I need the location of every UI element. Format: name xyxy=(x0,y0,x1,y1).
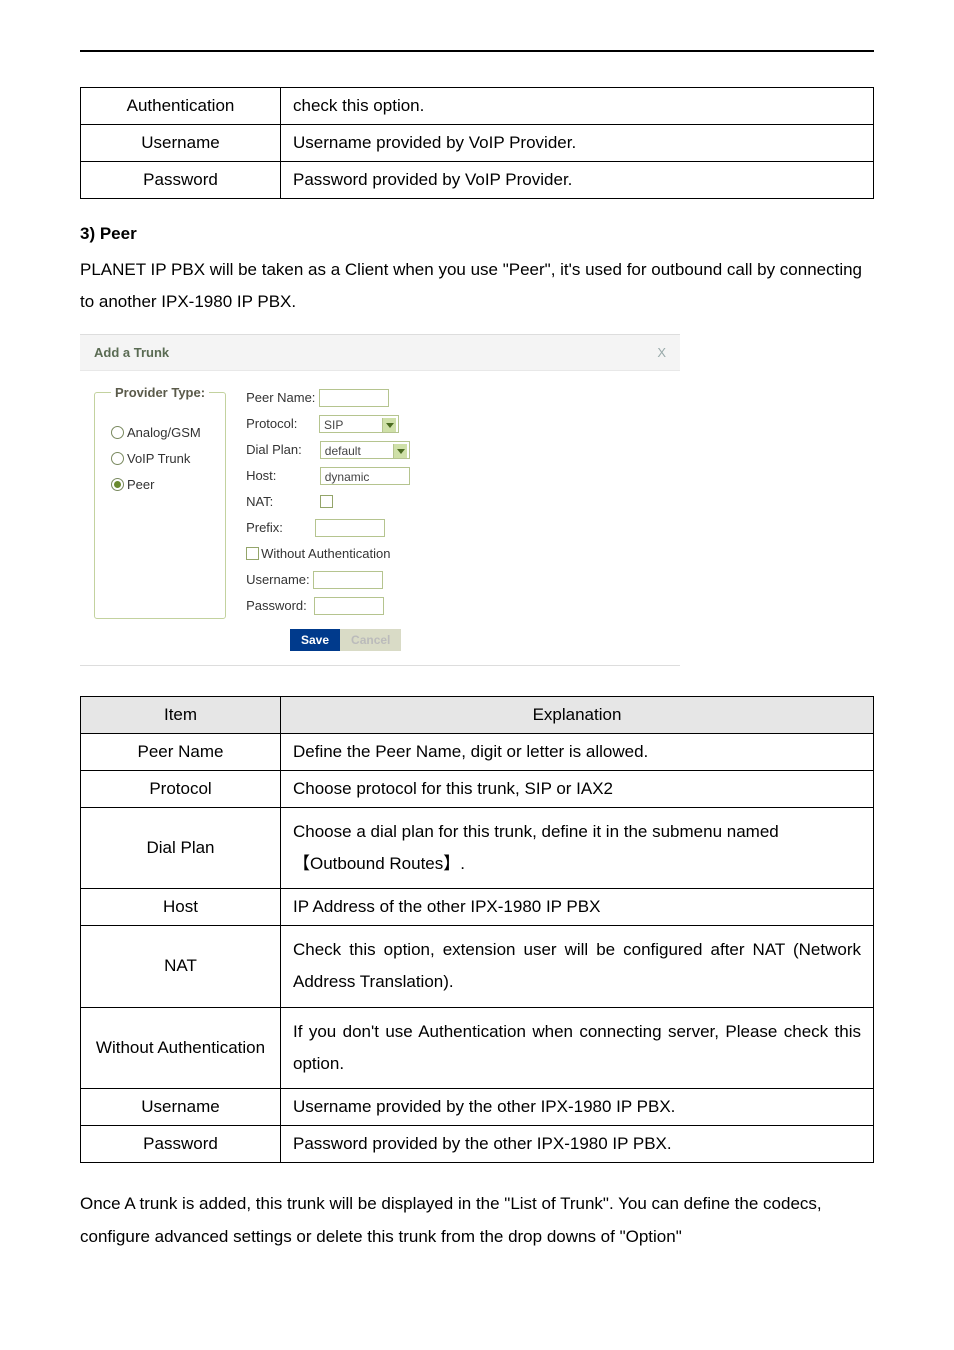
cell-label: Host xyxy=(81,889,281,926)
table-row: Username Username provided by VoIP Provi… xyxy=(81,125,874,162)
cell-desc: If you don't use Authentication when con… xyxy=(281,1007,874,1089)
section-paragraph: PLANET IP PBX will be taken as a Client … xyxy=(80,254,874,319)
cell-desc: Username provided by the other IPX-1980 … xyxy=(281,1089,874,1126)
header-item: Item xyxy=(81,696,281,733)
table-row: Password Password provided by VoIP Provi… xyxy=(81,162,874,199)
table-row: Password Password provided by the other … xyxy=(81,1126,874,1163)
radio-analog-gsm[interactable]: Analog/GSM xyxy=(111,420,209,446)
dial-plan-value: default xyxy=(325,444,361,458)
cell-label: Password xyxy=(81,1126,281,1163)
radio-icon xyxy=(111,426,124,439)
cancel-button[interactable]: Cancel xyxy=(340,629,401,651)
username-input[interactable] xyxy=(313,571,383,589)
peer-name-label: Peer Name: xyxy=(246,385,315,411)
protocol-select[interactable]: SIP xyxy=(319,415,399,433)
close-icon[interactable]: X xyxy=(657,345,666,360)
provider-type-fieldset: Provider Type: Analog/GSM VoIP Trunk Pee… xyxy=(94,385,226,619)
trunk-form: Peer Name: Protocol: SIP Dial Plan: defa… xyxy=(246,385,410,619)
cell-label: Peer Name xyxy=(81,733,281,770)
password-label: Password: xyxy=(246,593,307,619)
radio-icon xyxy=(111,478,124,491)
prefix-input[interactable] xyxy=(315,519,385,537)
table-row: Authentication check this option. xyxy=(81,88,874,125)
cell-label: Username xyxy=(81,125,281,162)
cell-desc: Check this option, extension user will b… xyxy=(281,926,874,1008)
peer-name-input[interactable] xyxy=(319,389,389,407)
table-row: Username Username provided by the other … xyxy=(81,1089,874,1126)
cell-desc: Choose protocol for this trunk, SIP or I… xyxy=(281,770,874,807)
dial-plan-select[interactable]: default xyxy=(320,441,410,459)
cell-desc: Choose a dial plan for this trunk, defin… xyxy=(281,807,874,889)
cell-desc: Password provided by VoIP Provider. xyxy=(281,162,874,199)
dialog-header: Add a Trunk X xyxy=(80,335,680,371)
nat-label: NAT: xyxy=(246,489,273,515)
without-auth-row[interactable]: Without Authentication xyxy=(246,541,410,567)
radio-label: Analog/GSM xyxy=(127,425,201,440)
cell-label: Authentication xyxy=(81,88,281,125)
without-auth-label: Without Authentication xyxy=(261,546,390,561)
radio-label: Peer xyxy=(127,477,154,492)
cell-desc: Password provided by the other IPX-1980 … xyxy=(281,1126,874,1163)
radio-peer[interactable]: Peer xyxy=(111,472,209,498)
cell-label: Without Authentication xyxy=(81,1007,281,1089)
without-auth-checkbox[interactable] xyxy=(246,547,259,560)
cell-desc: IP Address of the other IPX-1980 IP PBX xyxy=(281,889,874,926)
section-heading: 3) Peer xyxy=(80,224,874,244)
cell-desc: Username provided by VoIP Provider. xyxy=(281,125,874,162)
nat-checkbox[interactable] xyxy=(320,495,333,508)
cell-label: Username xyxy=(81,1089,281,1126)
table-row: NAT Check this option, extension user wi… xyxy=(81,926,874,1008)
host-input[interactable]: dynamic xyxy=(320,467,410,485)
dial-plan-label: Dial Plan: xyxy=(246,437,302,463)
auth-table: Authentication check this option. Userna… xyxy=(80,87,874,199)
cell-label: Password xyxy=(81,162,281,199)
cell-label: Protocol xyxy=(81,770,281,807)
protocol-value: SIP xyxy=(324,418,343,432)
cell-label: Dial Plan xyxy=(81,807,281,889)
table-row: Protocol Choose protocol for this trunk,… xyxy=(81,770,874,807)
table-row: Dial Plan Choose a dial plan for this tr… xyxy=(81,807,874,889)
radio-icon xyxy=(111,452,124,465)
prefix-label: Prefix: xyxy=(246,515,283,541)
host-label: Host: xyxy=(246,463,276,489)
host-value: dynamic xyxy=(325,470,370,484)
chevron-down-icon xyxy=(382,418,396,432)
add-trunk-dialog: Add a Trunk X Provider Type: Analog/GSM … xyxy=(80,334,680,666)
save-button[interactable]: Save xyxy=(290,629,340,651)
cell-desc: Define the Peer Name, digit or letter is… xyxy=(281,733,874,770)
header-explanation: Explanation xyxy=(281,696,874,733)
username-label: Username: xyxy=(246,567,310,593)
explanation-table: Item Explanation Peer Name Define the Pe… xyxy=(80,696,874,1164)
chevron-down-icon xyxy=(393,444,407,458)
table-row: Host IP Address of the other IPX-1980 IP… xyxy=(81,889,874,926)
page-rule xyxy=(80,50,874,52)
radio-voip-trunk[interactable]: VoIP Trunk xyxy=(111,446,209,472)
table-row: Peer Name Define the Peer Name, digit or… xyxy=(81,733,874,770)
protocol-label: Protocol: xyxy=(246,411,297,437)
provider-type-legend: Provider Type: xyxy=(111,385,209,400)
table-row: Without Authentication If you don't use … xyxy=(81,1007,874,1089)
password-input[interactable] xyxy=(314,597,384,615)
cell-label: NAT xyxy=(81,926,281,1008)
radio-label: VoIP Trunk xyxy=(127,451,190,466)
dialog-title: Add a Trunk xyxy=(94,345,169,360)
cell-desc: check this option. xyxy=(281,88,874,125)
trailing-paragraph: Once A trunk is added, this trunk will b… xyxy=(80,1188,874,1253)
